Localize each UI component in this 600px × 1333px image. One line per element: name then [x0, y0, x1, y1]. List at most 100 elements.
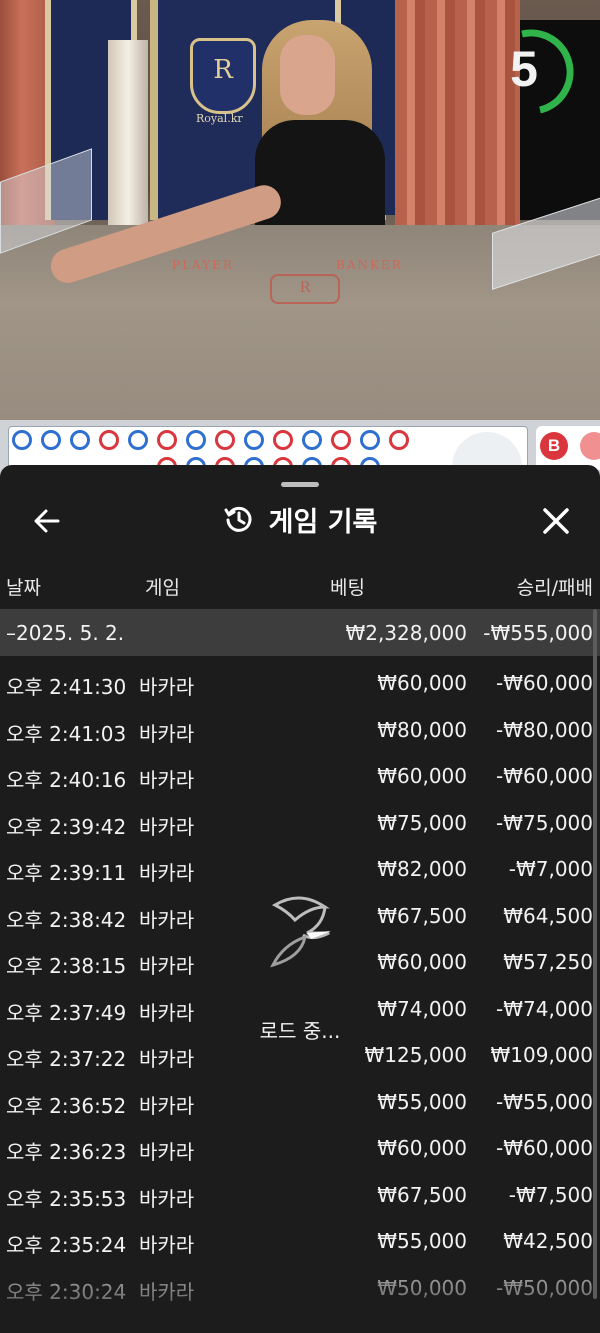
row-time: 오후 2:35:53 — [6, 1186, 127, 1211]
row-game: 바카라 — [139, 861, 195, 885]
row-game: 바카라 — [139, 675, 195, 699]
table-logo: R — [270, 274, 340, 304]
row-game: 바카라 — [139, 814, 195, 839]
row-time: 오후 2:37:22 — [6, 1047, 127, 1071]
row-result: -₩80,000 — [496, 717, 593, 742]
close-icon — [543, 508, 569, 534]
player-bead — [70, 430, 90, 450]
row-time: 오후 2:39:42 — [6, 814, 127, 839]
row-bet: ₩60,000 — [377, 764, 467, 788]
banker-bead — [331, 430, 351, 450]
player-bead — [244, 430, 264, 450]
table-header: 날짜 게임 베팅 승리/패배 — [0, 565, 600, 605]
row-bet: ₩125,000 — [364, 1043, 467, 1067]
player-bead — [41, 430, 61, 450]
row-bet: ₩60,000 — [377, 671, 467, 695]
player-area-label: PLAYER — [172, 258, 234, 272]
row-game: 바카라 — [139, 907, 195, 932]
page-title: 게임 기록 — [268, 506, 378, 538]
column-bet: 베팅 — [330, 577, 365, 599]
row-result: -₩60,000 — [496, 764, 593, 788]
column-game: 게임 — [145, 577, 180, 599]
crest-letter: R — [213, 55, 233, 85]
row-game: 바카라 — [139, 768, 195, 792]
date-group-bet: ₩2,328,000 — [345, 621, 467, 645]
date-group-row[interactable]: –2025. 5. 2. ₩2,328,000 -₩555,000 — [0, 609, 600, 656]
history-row[interactable]: 오후 2:36:23 바카라 ₩60,000 -₩60,000 — [0, 1126, 600, 1173]
row-bet: ₩75,000 — [377, 810, 467, 835]
player-bead — [12, 430, 32, 450]
date-group-result: -₩555,000 — [483, 621, 593, 645]
history-row[interactable]: 오후 2:41:03 바카라 ₩80,000 -₩80,000 — [0, 708, 600, 755]
game-history-sheet: 게임 기록 날짜 게임 베팅 승리/패배 –2025. 5. 2. ₩2,328… — [0, 465, 600, 1333]
loading-text: 로드 중... — [259, 1019, 341, 1043]
row-bet: ₩60,000 — [377, 950, 467, 974]
player-bead — [186, 430, 206, 450]
history-row[interactable]: 오후 2:39:42 바카라 ₩75,000 -₩75,000 — [0, 801, 600, 848]
row-time: 오후 2:36:23 — [6, 1140, 127, 1164]
header: 게임 기록 — [0, 497, 600, 541]
row-bet: ₩67,500 — [377, 1182, 467, 1207]
row-bet: ₩67,500 — [377, 903, 467, 928]
history-row[interactable]: 오후 2:36:52 바카라 ₩55,000 -₩55,000 — [0, 1080, 600, 1127]
player-bead — [302, 430, 322, 450]
row-time: 오후 2:39:11 — [6, 861, 127, 885]
row-game: 바카라 — [139, 954, 195, 978]
row-game: 바카라 — [139, 1093, 195, 1118]
scrollbar[interactable] — [593, 609, 597, 1299]
row-game: 바카라 — [139, 721, 195, 746]
banker-badge: B — [540, 432, 568, 460]
badge-partial — [580, 432, 600, 460]
row-time: 오후 2:41:03 — [6, 721, 127, 746]
history-row[interactable]: 오후 2:40:16 바카라 ₩60,000 -₩60,000 — [0, 754, 600, 801]
row-bet: ₩55,000 — [377, 1089, 467, 1114]
banker-bead — [273, 430, 293, 450]
row-bet: ₩82,000 — [377, 857, 467, 881]
dealer — [255, 120, 385, 240]
row-result: -₩75,000 — [496, 810, 593, 835]
row-result: -₩7,000 — [508, 857, 593, 881]
brand-text: Royal.kr — [196, 112, 243, 125]
row-time: 오후 2:38:15 — [6, 954, 127, 978]
banker-bead — [157, 430, 177, 450]
row-time: 오후 2:41:30 — [6, 675, 127, 699]
banker-area-label: BANKER — [336, 258, 403, 272]
row-result: ₩57,250 — [503, 950, 593, 974]
banker-bead — [99, 430, 119, 450]
row-bet: ₩60,000 — [377, 1136, 467, 1160]
history-row[interactable]: 오후 2:35:53 바카라 ₩67,500 -₩7,500 — [0, 1173, 600, 1220]
close-button[interactable] — [536, 501, 576, 541]
date-group-date: –2025. 5. 2. — [6, 621, 125, 645]
row-time: 오후 2:35:24 — [6, 1233, 127, 1257]
column-date: 날짜 — [6, 577, 41, 599]
row-result: ₩64,500 — [503, 903, 593, 928]
column-result: 승리/패배 — [516, 577, 593, 599]
spinner-icon — [255, 885, 345, 975]
history-row[interactable]: 오후 2:41:30 바카라 ₩60,000 -₩60,000 — [0, 661, 600, 708]
row-time: 오후 2:36:52 — [6, 1093, 127, 1118]
history-list: 오후 2:41:30 바카라 ₩60,000 -₩60,000 오후 2:41:03 바카… — [0, 661, 600, 1312]
row-game: 바카라 — [139, 1047, 195, 1071]
banker-bead — [215, 430, 235, 450]
row-time: 오후 2:40:16 — [6, 768, 127, 792]
dealer-face — [280, 35, 335, 115]
countdown-number: 5 — [510, 41, 538, 97]
column — [108, 40, 148, 230]
row-result: ₩109,000 — [490, 1043, 593, 1067]
live-video: R Royal.kr PLAYER BANKER R 5 — [0, 0, 600, 420]
row-game: 바카라 — [139, 1140, 195, 1164]
row-result: -₩55,000 — [496, 1089, 593, 1114]
row-result: ₩42,500 — [503, 1229, 593, 1253]
bottom-fade — [0, 1255, 600, 1333]
history-icon — [224, 506, 252, 532]
drag-handle[interactable] — [281, 482, 319, 487]
row-result: -₩7,500 — [508, 1182, 593, 1207]
row-bet: ₩55,000 — [377, 1229, 467, 1253]
crest-logo: R — [190, 38, 256, 114]
row-time: 오후 2:38:42 — [6, 907, 127, 932]
row-game: 바카라 — [139, 1233, 195, 1257]
row-bet: ₩80,000 — [377, 717, 467, 742]
player-bead — [360, 430, 380, 450]
banker-bead — [389, 430, 409, 450]
row-game: 바카라 — [139, 1186, 195, 1211]
